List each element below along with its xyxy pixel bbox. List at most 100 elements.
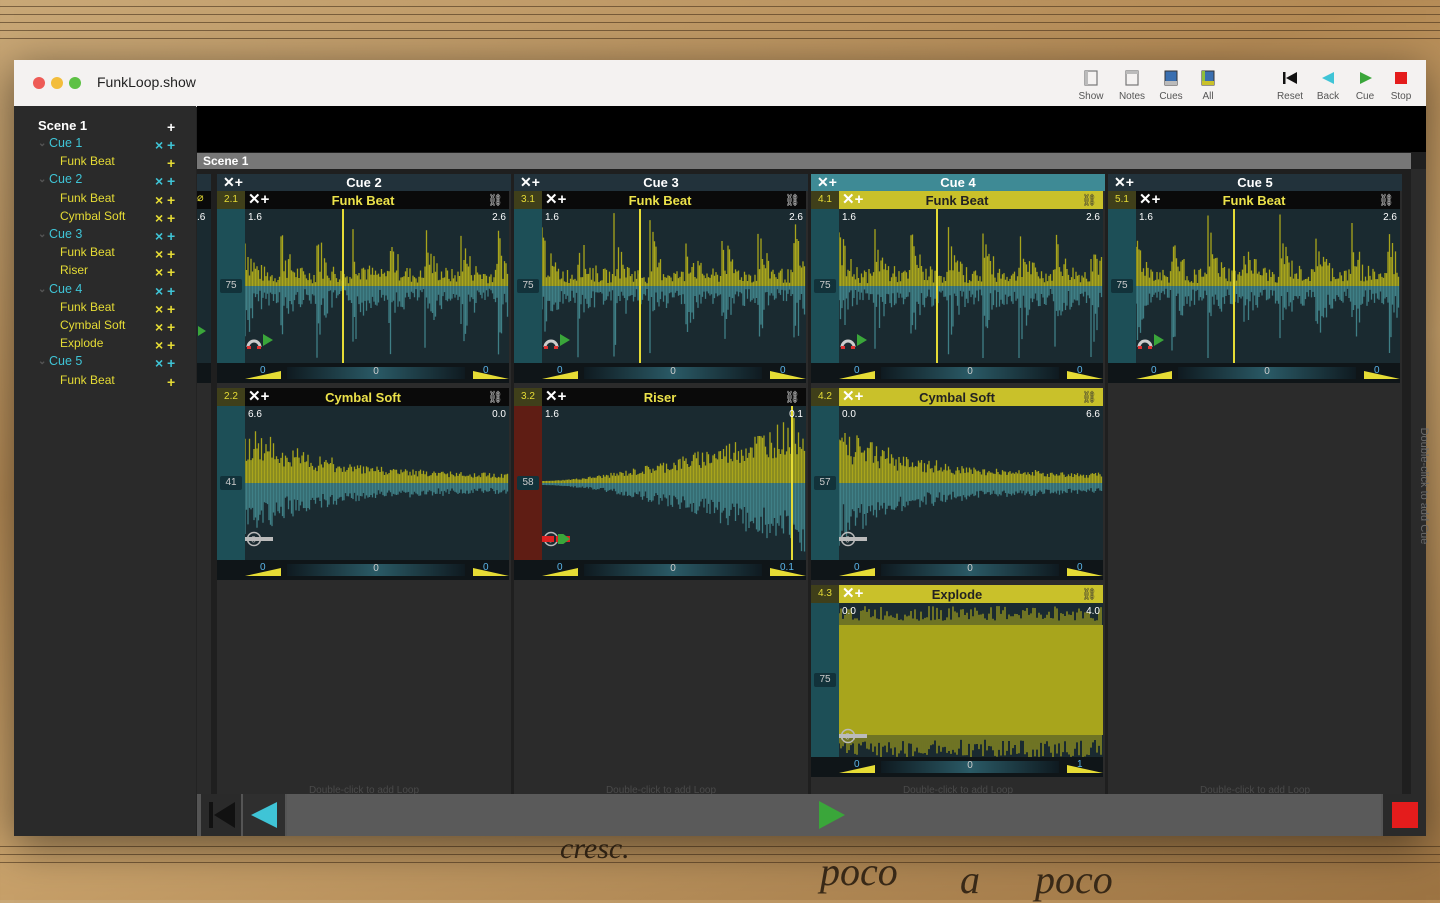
waveform-view[interactable]: 0.04.00 xyxy=(839,603,1103,757)
add-loop-icon[interactable]: + xyxy=(167,284,175,298)
fade-controls[interactable]: 0 0 0.1 xyxy=(514,560,806,580)
stop-button[interactable]: Stop xyxy=(1381,66,1421,102)
delete-cue-icon[interactable]: × xyxy=(155,174,163,188)
sidebar-loop-item[interactable]: Riser xyxy=(60,263,88,279)
delete-loop-icon[interactable]: × xyxy=(155,211,163,225)
sidebar-loop-item[interactable]: Cymbal Soft xyxy=(60,318,125,334)
fade-out-ramp[interactable] xyxy=(473,564,509,576)
waveform-view[interactable]: 1.6 2.6 xyxy=(1136,209,1400,363)
cue-column[interactable]: ✕+ Cue 5 5.1 ✕+ Funk Beat ⛓ 75 1.6 2.6 0 0 0 Double-… xyxy=(1108,174,1402,796)
magnet-play-icon[interactable] xyxy=(839,333,869,353)
magnet-play-icon[interactable] xyxy=(542,333,572,353)
add-cue-icon[interactable]: + xyxy=(167,120,175,134)
fade-out-ramp[interactable] xyxy=(1067,367,1103,379)
loop-header[interactable]: 3.1 ✕+ Funk Beat ⛓ xyxy=(514,191,806,209)
fade-out-ramp[interactable] xyxy=(770,367,806,379)
loop-tile[interactable]: 3.1 ✕+ Funk Beat ⛓ 75 1.6 2.6 0 0 0 xyxy=(514,191,806,386)
all-view-button[interactable]: All xyxy=(1188,66,1228,102)
magnet-play-icon[interactable] xyxy=(1136,333,1166,353)
slide-toggle-icon[interactable] xyxy=(245,534,275,544)
add-loop-icon[interactable]: + xyxy=(167,356,175,370)
sidebar-loop-item[interactable]: Funk Beat xyxy=(60,154,115,170)
loop-tile[interactable]: 4.2✕+Cymbal Soft⛓570.06.60000 xyxy=(811,388,1103,583)
reset-transport-button[interactable] xyxy=(201,794,241,836)
offset-slider[interactable]: 0 xyxy=(584,563,762,576)
link-icon[interactable]: ⛓ xyxy=(1082,390,1097,404)
link-icon[interactable]: ⛓ xyxy=(488,390,503,404)
loop-header[interactable]: 2.2 ✕+ Cymbal Soft ⛓ xyxy=(217,388,509,406)
chevron-down-icon[interactable]: ⌄ xyxy=(38,355,46,369)
fade-out-ramp[interactable] xyxy=(1067,761,1103,773)
cues-view-button[interactable]: Cues xyxy=(1151,66,1191,102)
volume-slider[interactable]: 41 xyxy=(217,406,245,560)
sidebar-loop-item[interactable]: Funk Beat xyxy=(60,191,115,207)
offset-slider[interactable]: 0 xyxy=(881,760,1059,773)
volume-slider[interactable]: 75 xyxy=(514,209,542,363)
volume-slider[interactable]: 75 xyxy=(1108,209,1136,363)
fade-controls[interactable]: 0 0 0 xyxy=(217,363,509,383)
cue-column[interactable]: ✕+ Cue 2 2.1 ✕+ Funk Beat ⛓ 75 1.6 2.6 0 0 0 2.2 ✕+ Cy… xyxy=(217,174,511,796)
sidebar-cue-item[interactable]: Cue 1 xyxy=(49,136,82,152)
fade-controls[interactable]: 0 0 0 xyxy=(811,363,1103,383)
volume-slider[interactable]: 75 xyxy=(217,209,245,363)
duplicate-loop-icon[interactable]: + xyxy=(167,193,175,207)
loop-header[interactable]: 4.3 ✕+ Explode ⛓ xyxy=(811,585,1103,603)
duplicate-loop-icon[interactable]: + xyxy=(167,211,175,225)
duplicate-loop-icon[interactable]: + xyxy=(167,320,175,334)
chevron-down-icon[interactable]: ⌄ xyxy=(38,173,46,187)
duplicate-loop-icon[interactable]: + xyxy=(167,265,175,279)
waveform-view[interactable]: 6.60.00 xyxy=(245,406,509,560)
volume-slider[interactable]: 75 xyxy=(811,603,839,757)
offset-slider[interactable]: 0 xyxy=(287,563,465,576)
duplicate-loop-icon[interactable]: + xyxy=(167,302,175,316)
add-loop-icon[interactable]: + xyxy=(167,229,175,243)
loop-tile[interactable]: 2.1 ✕+ Funk Beat ⛓ 75 1.6 2.6 0 0 0 xyxy=(217,191,509,386)
duplicate-loop-icon[interactable]: + xyxy=(167,375,175,389)
loop-header[interactable]: 4.1 ✕+ Funk Beat ⛓ xyxy=(811,191,1103,209)
cue-transport-button[interactable] xyxy=(287,794,1381,836)
delete-cue-icon[interactable]: × xyxy=(155,356,163,370)
cue-column[interactable]: ✕+ Cue 3 3.1 ✕+ Funk Beat ⛓ 75 1.6 2.6 0 0 0 3.2 ✕+ Ri… xyxy=(514,174,808,796)
delete-loop-icon[interactable]: × xyxy=(155,265,163,279)
fade-out-ramp[interactable] xyxy=(1364,367,1400,379)
link-icon[interactable]: ⛓ xyxy=(488,193,503,207)
fade-controls[interactable]: 0 0 0 xyxy=(811,560,1103,580)
offset-slider[interactable]: 0 xyxy=(584,366,762,379)
fade-controls[interactable]: 0 0 0 xyxy=(217,560,509,580)
add-loop-icon[interactable]: + xyxy=(167,138,175,152)
duplicate-loop-icon[interactable]: + xyxy=(167,247,175,261)
chevron-down-icon[interactable]: ⌄ xyxy=(38,137,46,151)
zoom-window-button[interactable] xyxy=(69,77,81,89)
loop-tile[interactable]: 3.2✕+Riser⛓581.60.10000.1 xyxy=(514,388,806,583)
link-icon[interactable]: ⛓ xyxy=(1082,193,1097,207)
volume-slider[interactable]: 75 xyxy=(811,209,839,363)
link-icon[interactable]: ⛓ xyxy=(1082,587,1097,601)
sidebar-loop-item[interactable]: Funk Beat xyxy=(60,300,115,316)
loop-tile[interactable]: 4.3✕+Explode⛓750.04.00001 xyxy=(811,585,1103,780)
cue-header[interactable]: ✕+ Cue 4 xyxy=(811,174,1105,191)
loop-tile[interactable]: 2.2✕+Cymbal Soft⛓416.60.00000 xyxy=(217,388,509,583)
cue-header[interactable]: ✕+ Cue 3 xyxy=(514,174,808,191)
back-transport-button[interactable] xyxy=(243,794,285,836)
waveform-view[interactable]: 1.6 2.6 xyxy=(542,209,806,363)
waveform-view[interactable]: 0.06.60 xyxy=(839,406,1103,560)
delete-loop-icon[interactable]: × xyxy=(155,338,163,352)
cue-column[interactable]: ✕+ Cue 4 4.1 ✕+ Funk Beat ⛓ 75 1.6 2.6 0 0 0 4.2 ✕+ Cy… xyxy=(811,174,1105,796)
stop-transport-button[interactable] xyxy=(1383,794,1426,836)
fade-controls[interactable]: 0 0 0 xyxy=(514,363,806,383)
slide-toggle-icon[interactable] xyxy=(839,534,869,544)
sidebar-cue-item[interactable]: Cue 3 xyxy=(49,227,82,243)
loop-tile[interactable]: 5.1 ✕+ Funk Beat ⛓ 75 1.6 2.6 0 0 0 xyxy=(1108,191,1400,386)
delete-cue-icon[interactable]: × xyxy=(155,229,163,243)
duplicate-loop-icon[interactable]: + xyxy=(167,338,175,352)
volume-slider[interactable]: 57 xyxy=(811,406,839,560)
delete-loop-icon[interactable]: × xyxy=(155,193,163,207)
reset-button[interactable]: Reset xyxy=(1270,66,1310,102)
waveform-view[interactable]: 1.60.10 xyxy=(542,406,806,560)
sidebar-cue-item[interactable]: Cue 2 xyxy=(49,172,82,188)
magnet-play-icon[interactable] xyxy=(245,333,275,353)
offset-slider[interactable]: 0 xyxy=(287,366,465,379)
show-view-button[interactable]: Show xyxy=(1071,66,1111,102)
sidebar-loop-item[interactable]: Cymbal Soft xyxy=(60,209,125,225)
add-loop-icon[interactable]: + xyxy=(167,174,175,188)
